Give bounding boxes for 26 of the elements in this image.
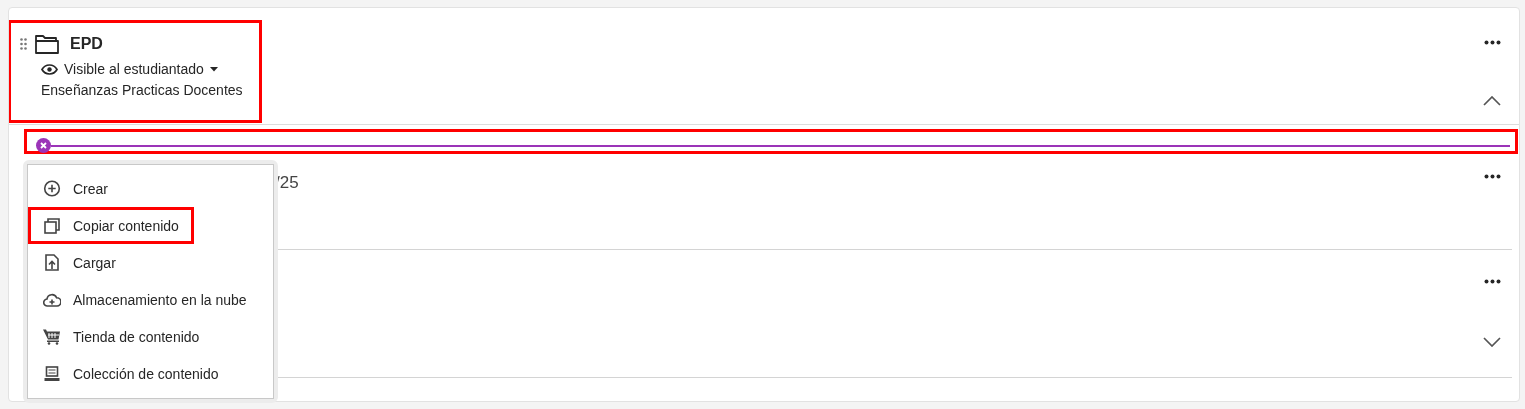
folder-icon (35, 34, 59, 54)
more-icon[interactable] (1484, 174, 1501, 179)
folder-title[interactable]: EPD (70, 35, 103, 53)
eye-icon (41, 63, 58, 75)
cloud-add-icon (43, 292, 61, 307)
caret-icon (209, 66, 218, 72)
menu-item[interactable]: Copiar contenido (28, 207, 194, 244)
cart-icon (43, 328, 61, 345)
folder-description: Enseñanzas Practicas Docentes (41, 82, 244, 98)
more-icon[interactable] (1483, 279, 1501, 284)
insertion-line[interactable] (36, 138, 1510, 153)
upload-file-icon (43, 254, 61, 271)
visibility-dropdown[interactable]: Visible al estudiantado (41, 61, 218, 77)
menu-item[interactable]: Crear (28, 170, 273, 207)
menu-item[interactable]: Colección de contenido (28, 355, 273, 392)
expand-chevron-icon[interactable] (1483, 337, 1501, 347)
add-icon (43, 180, 61, 197)
menu-item[interactable]: Cargar (28, 244, 273, 281)
stack-icon (43, 365, 61, 382)
more-icon[interactable] (1483, 40, 1501, 45)
menu-item[interactable]: Almacenamiento en la nube (28, 281, 273, 318)
close-icon[interactable] (36, 138, 51, 153)
drag-handle-icon[interactable] (20, 38, 27, 50)
collapse-chevron-icon[interactable] (1483, 96, 1501, 106)
menu-item[interactable]: Tienda de contenido (28, 318, 273, 355)
copy-icon (43, 217, 61, 234)
